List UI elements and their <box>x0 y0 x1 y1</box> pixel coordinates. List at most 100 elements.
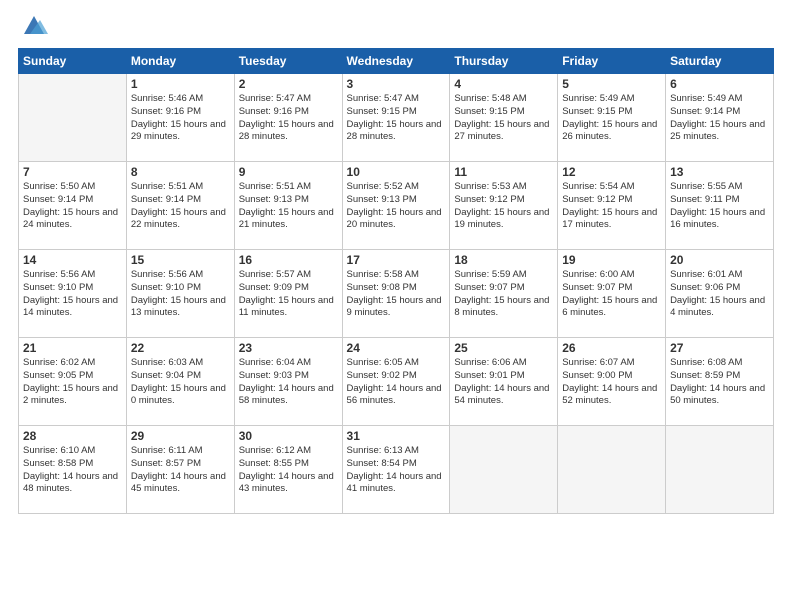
day-info: Sunrise: 5:50 AM Sunset: 9:14 PM Dayligh… <box>23 181 122 232</box>
day-number: 18 <box>454 253 553 267</box>
day-number: 29 <box>131 429 230 443</box>
day-info: Sunrise: 6:10 AM Sunset: 8:58 PM Dayligh… <box>23 445 122 496</box>
day-info: Sunrise: 5:51 AM Sunset: 9:14 PM Dayligh… <box>131 181 230 232</box>
day-info: Sunrise: 5:49 AM Sunset: 9:15 PM Dayligh… <box>562 93 661 144</box>
day-number: 19 <box>562 253 661 267</box>
day-info: Sunrise: 6:07 AM Sunset: 9:00 PM Dayligh… <box>562 357 661 408</box>
calendar-cell: 5 Sunrise: 5:49 AM Sunset: 9:15 PM Dayli… <box>558 74 666 162</box>
day-number: 16 <box>239 253 338 267</box>
calendar-week-0: 1 Sunrise: 5:46 AM Sunset: 9:16 PM Dayli… <box>19 74 774 162</box>
page: SundayMondayTuesdayWednesdayThursdayFrid… <box>0 0 792 612</box>
calendar-cell: 23 Sunrise: 6:04 AM Sunset: 9:03 PM Dayl… <box>234 338 342 426</box>
calendar-cell <box>19 74 127 162</box>
calendar-cell: 31 Sunrise: 6:13 AM Sunset: 8:54 PM Dayl… <box>342 426 450 514</box>
day-number: 21 <box>23 341 122 355</box>
day-info: Sunrise: 5:57 AM Sunset: 9:09 PM Dayligh… <box>239 269 338 320</box>
calendar-header-row: SundayMondayTuesdayWednesdayThursdayFrid… <box>19 49 774 74</box>
calendar-header-sunday: Sunday <box>19 49 127 74</box>
day-info: Sunrise: 6:08 AM Sunset: 8:59 PM Dayligh… <box>670 357 769 408</box>
logo <box>18 16 48 40</box>
day-number: 7 <box>23 165 122 179</box>
day-info: Sunrise: 5:49 AM Sunset: 9:14 PM Dayligh… <box>670 93 769 144</box>
day-number: 13 <box>670 165 769 179</box>
calendar-cell: 15 Sunrise: 5:56 AM Sunset: 9:10 PM Dayl… <box>126 250 234 338</box>
calendar-cell: 22 Sunrise: 6:03 AM Sunset: 9:04 PM Dayl… <box>126 338 234 426</box>
calendar-cell: 18 Sunrise: 5:59 AM Sunset: 9:07 PM Dayl… <box>450 250 558 338</box>
day-number: 28 <box>23 429 122 443</box>
day-number: 17 <box>347 253 446 267</box>
day-number: 25 <box>454 341 553 355</box>
logo-icon <box>20 12 48 40</box>
calendar-cell: 1 Sunrise: 5:46 AM Sunset: 9:16 PM Dayli… <box>126 74 234 162</box>
calendar-cell: 7 Sunrise: 5:50 AM Sunset: 9:14 PM Dayli… <box>19 162 127 250</box>
day-info: Sunrise: 6:13 AM Sunset: 8:54 PM Dayligh… <box>347 445 446 496</box>
day-number: 15 <box>131 253 230 267</box>
calendar-cell: 24 Sunrise: 6:05 AM Sunset: 9:02 PM Dayl… <box>342 338 450 426</box>
day-number: 11 <box>454 165 553 179</box>
calendar-week-1: 7 Sunrise: 5:50 AM Sunset: 9:14 PM Dayli… <box>19 162 774 250</box>
day-info: Sunrise: 6:03 AM Sunset: 9:04 PM Dayligh… <box>131 357 230 408</box>
day-info: Sunrise: 5:58 AM Sunset: 9:08 PM Dayligh… <box>347 269 446 320</box>
day-number: 22 <box>131 341 230 355</box>
day-number: 26 <box>562 341 661 355</box>
day-number: 5 <box>562 77 661 91</box>
calendar-cell: 30 Sunrise: 6:12 AM Sunset: 8:55 PM Dayl… <box>234 426 342 514</box>
day-info: Sunrise: 6:01 AM Sunset: 9:06 PM Dayligh… <box>670 269 769 320</box>
calendar-cell: 13 Sunrise: 5:55 AM Sunset: 9:11 PM Dayl… <box>666 162 774 250</box>
calendar-cell: 4 Sunrise: 5:48 AM Sunset: 9:15 PM Dayli… <box>450 74 558 162</box>
calendar-cell: 17 Sunrise: 5:58 AM Sunset: 9:08 PM Dayl… <box>342 250 450 338</box>
day-info: Sunrise: 6:00 AM Sunset: 9:07 PM Dayligh… <box>562 269 661 320</box>
day-info: Sunrise: 6:02 AM Sunset: 9:05 PM Dayligh… <box>23 357 122 408</box>
calendar-cell: 2 Sunrise: 5:47 AM Sunset: 9:16 PM Dayli… <box>234 74 342 162</box>
day-info: Sunrise: 6:04 AM Sunset: 9:03 PM Dayligh… <box>239 357 338 408</box>
day-info: Sunrise: 6:06 AM Sunset: 9:01 PM Dayligh… <box>454 357 553 408</box>
header <box>18 16 774 40</box>
day-info: Sunrise: 5:51 AM Sunset: 9:13 PM Dayligh… <box>239 181 338 232</box>
day-number: 10 <box>347 165 446 179</box>
day-info: Sunrise: 6:12 AM Sunset: 8:55 PM Dayligh… <box>239 445 338 496</box>
calendar-header-thursday: Thursday <box>450 49 558 74</box>
calendar-cell: 12 Sunrise: 5:54 AM Sunset: 9:12 PM Dayl… <box>558 162 666 250</box>
calendar-cell: 9 Sunrise: 5:51 AM Sunset: 9:13 PM Dayli… <box>234 162 342 250</box>
day-number: 9 <box>239 165 338 179</box>
day-number: 2 <box>239 77 338 91</box>
day-number: 8 <box>131 165 230 179</box>
day-number: 27 <box>670 341 769 355</box>
day-info: Sunrise: 5:56 AM Sunset: 9:10 PM Dayligh… <box>131 269 230 320</box>
day-number: 6 <box>670 77 769 91</box>
calendar-cell: 25 Sunrise: 6:06 AM Sunset: 9:01 PM Dayl… <box>450 338 558 426</box>
calendar-table: SundayMondayTuesdayWednesdayThursdayFrid… <box>18 48 774 514</box>
calendar-header-tuesday: Tuesday <box>234 49 342 74</box>
day-info: Sunrise: 5:48 AM Sunset: 9:15 PM Dayligh… <box>454 93 553 144</box>
day-info: Sunrise: 6:05 AM Sunset: 9:02 PM Dayligh… <box>347 357 446 408</box>
calendar-cell: 28 Sunrise: 6:10 AM Sunset: 8:58 PM Dayl… <box>19 426 127 514</box>
calendar-header-friday: Friday <box>558 49 666 74</box>
calendar-cell <box>450 426 558 514</box>
day-number: 24 <box>347 341 446 355</box>
calendar-cell <box>666 426 774 514</box>
day-info: Sunrise: 5:55 AM Sunset: 9:11 PM Dayligh… <box>670 181 769 232</box>
day-info: Sunrise: 5:52 AM Sunset: 9:13 PM Dayligh… <box>347 181 446 232</box>
calendar-cell: 26 Sunrise: 6:07 AM Sunset: 9:00 PM Dayl… <box>558 338 666 426</box>
calendar-cell: 3 Sunrise: 5:47 AM Sunset: 9:15 PM Dayli… <box>342 74 450 162</box>
day-info: Sunrise: 6:11 AM Sunset: 8:57 PM Dayligh… <box>131 445 230 496</box>
day-info: Sunrise: 5:56 AM Sunset: 9:10 PM Dayligh… <box>23 269 122 320</box>
calendar-cell: 11 Sunrise: 5:53 AM Sunset: 9:12 PM Dayl… <box>450 162 558 250</box>
day-info: Sunrise: 5:53 AM Sunset: 9:12 PM Dayligh… <box>454 181 553 232</box>
day-number: 3 <box>347 77 446 91</box>
calendar-header-saturday: Saturday <box>666 49 774 74</box>
calendar-week-2: 14 Sunrise: 5:56 AM Sunset: 9:10 PM Dayl… <box>19 250 774 338</box>
calendar-cell: 10 Sunrise: 5:52 AM Sunset: 9:13 PM Dayl… <box>342 162 450 250</box>
calendar-cell: 27 Sunrise: 6:08 AM Sunset: 8:59 PM Dayl… <box>666 338 774 426</box>
day-number: 4 <box>454 77 553 91</box>
day-info: Sunrise: 5:59 AM Sunset: 9:07 PM Dayligh… <box>454 269 553 320</box>
calendar-cell: 6 Sunrise: 5:49 AM Sunset: 9:14 PM Dayli… <box>666 74 774 162</box>
calendar-cell <box>558 426 666 514</box>
calendar-cell: 14 Sunrise: 5:56 AM Sunset: 9:10 PM Dayl… <box>19 250 127 338</box>
day-number: 30 <box>239 429 338 443</box>
day-number: 12 <box>562 165 661 179</box>
calendar-header-wednesday: Wednesday <box>342 49 450 74</box>
day-info: Sunrise: 5:47 AM Sunset: 9:16 PM Dayligh… <box>239 93 338 144</box>
day-number: 31 <box>347 429 446 443</box>
day-number: 14 <box>23 253 122 267</box>
